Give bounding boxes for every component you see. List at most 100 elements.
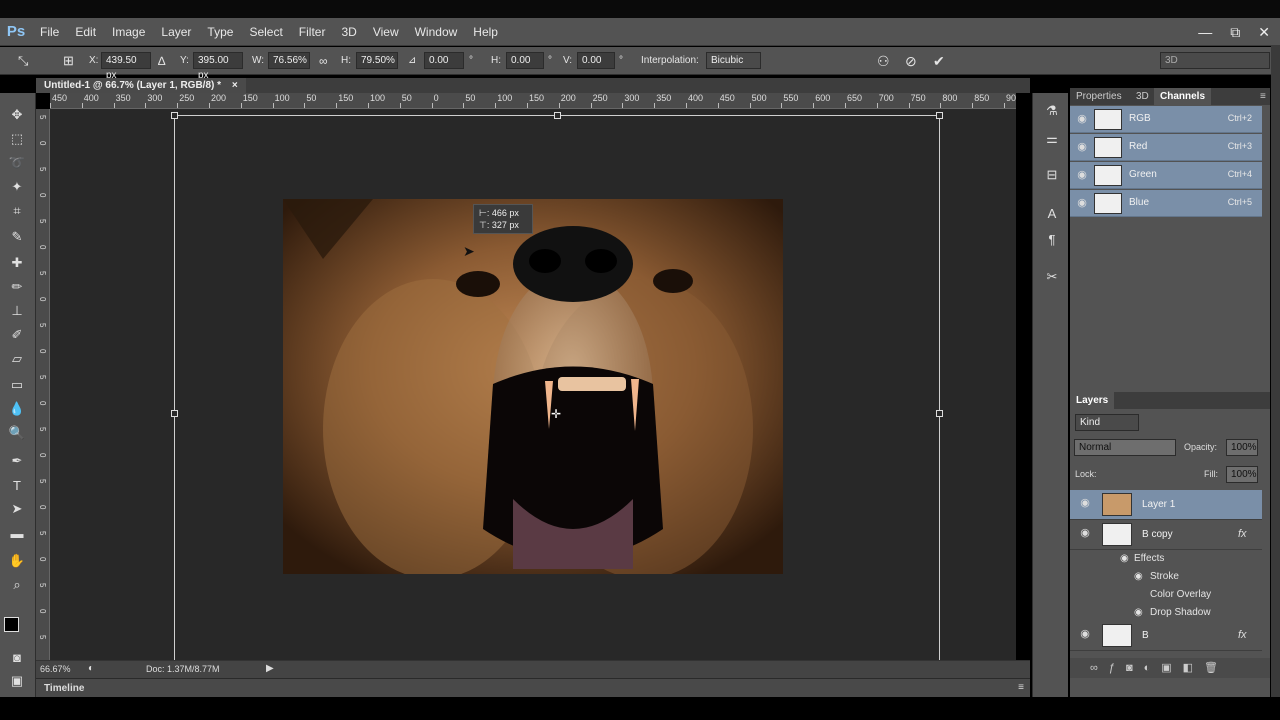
eye-icon[interactable]: ◉ (1078, 627, 1092, 641)
canvas-area[interactable]: ✛ ⊢: 466 px ⊤: 327 px ➤ (50, 109, 1016, 660)
pen-tool-icon[interactable]: ✒ (6, 451, 28, 471)
clone-stamp-icon[interactable]: ⊥ (6, 301, 28, 321)
menu-edit[interactable]: Edit (67, 18, 104, 46)
transform-bounding-box[interactable]: ✛ (171, 112, 943, 660)
history-brush-icon[interactable]: ✐ (6, 325, 28, 345)
eye-icon[interactable]: ◉ (1075, 168, 1089, 182)
transform-center-icon[interactable]: ✛ (551, 407, 561, 421)
fill-field[interactable]: 100% (1226, 466, 1258, 483)
channel-row[interactable]: ◉ RGB Ctrl+2 (1070, 106, 1262, 133)
timeline-menu-icon[interactable]: ≡ (1018, 682, 1024, 693)
timeline-tab[interactable]: Timeline (44, 683, 84, 694)
close-window-button[interactable]: ✕ (1258, 24, 1270, 41)
tab-channels[interactable]: Channels (1154, 88, 1212, 105)
minimize-button[interactable]: — (1198, 24, 1212, 40)
zoom-tool-icon[interactable]: ⌕ (6, 575, 28, 595)
eyedropper-icon[interactable]: ✎ (6, 227, 28, 247)
tool-presets-icon[interactable]: ✂ (1041, 267, 1063, 287)
menu-select[interactable]: Select (241, 18, 290, 46)
screen-mode-icon[interactable]: ▣ (6, 671, 28, 691)
angle-field[interactable]: 0.00 (424, 52, 464, 69)
menu-layer[interactable]: Layer (153, 18, 199, 46)
eye-icon[interactable]: ◉ (1075, 140, 1089, 154)
blend-mode-select[interactable]: Normal (1074, 439, 1176, 456)
transform-handle-right[interactable] (936, 410, 943, 417)
eye-icon[interactable]: ◉ (1075, 112, 1089, 126)
effects-row[interactable]: ◉ Effects (1070, 551, 1262, 569)
interpolation-select[interactable]: Bicubic (706, 52, 761, 69)
menu-3d[interactable]: 3D (333, 18, 364, 46)
link-icon[interactable]: ∞ (319, 53, 328, 69)
menu-view[interactable]: View (365, 18, 407, 46)
transform-tool-icon[interactable]: ⤡ (18, 53, 28, 69)
tab-properties[interactable]: Properties (1070, 88, 1128, 105)
menu-filter[interactable]: Filter (291, 18, 334, 46)
reference-point-icon[interactable]: ⊞ (63, 53, 74, 69)
dodge-tool-icon[interactable]: 🔍 (6, 423, 28, 443)
transform-handle-top[interactable] (554, 112, 561, 119)
menu-help[interactable]: Help (465, 18, 506, 46)
tab-3d[interactable]: 3D (1130, 88, 1155, 105)
fx-badge[interactable]: fx (1238, 629, 1247, 641)
channel-row[interactable]: ◉ Green Ctrl+4 (1070, 162, 1262, 189)
menu-window[interactable]: Window (407, 18, 466, 46)
status-info-icon[interactable]: ◐ (88, 663, 94, 674)
delta-icon[interactable]: ∆ (158, 53, 165, 69)
menu-type[interactable]: Type (199, 18, 241, 46)
blur-tool-icon[interactable]: 💧 (6, 399, 28, 419)
panel-scrollbar[interactable] (1271, 46, 1280, 697)
transform-handle-top-left[interactable] (171, 112, 178, 119)
gradient-tool-icon[interactable]: ▭ (6, 375, 28, 395)
crop-tool-icon[interactable]: ⌗ (6, 201, 28, 221)
x-field[interactable]: 439.50 px (101, 52, 151, 81)
healing-brush-icon[interactable]: ✚ (6, 253, 28, 273)
hand-tool-icon[interactable]: ✋ (6, 551, 28, 571)
eye-icon[interactable]: ◉ (1120, 553, 1129, 564)
foreground-color-swatch[interactable] (4, 617, 19, 632)
path-selection-icon[interactable]: ➤ (6, 499, 28, 519)
eye-icon[interactable]: ◉ (1078, 496, 1092, 510)
menu-image[interactable]: Image (104, 18, 153, 46)
3d-tool-icon[interactable]: ⚗ (1041, 101, 1063, 121)
history-icon[interactable]: ⊟ (1041, 165, 1063, 185)
zoom-level[interactable]: 66.67% (40, 664, 71, 674)
fx-badge[interactable]: fx (1238, 528, 1247, 540)
document-tab[interactable]: Untitled-1 @ 66.7% (Layer 1, RGB/8) * × (36, 78, 246, 93)
lasso-tool-icon[interactable]: ➰ (6, 153, 28, 173)
magic-wand-icon[interactable]: ✦ (6, 177, 28, 197)
channel-row[interactable]: ◉ Red Ctrl+3 (1070, 134, 1262, 161)
marquee-tool-icon[interactable]: ⬚ (6, 129, 28, 149)
layer-filter-kind[interactable]: Kind (1075, 414, 1139, 431)
adjustments-icon[interactable]: ⚌ (1041, 129, 1063, 149)
layers-footer-icons[interactable]: ∞ƒ◙◐▣◧🗑 (1070, 658, 1270, 678)
channel-row[interactable]: ◉ Blue Ctrl+5 (1070, 190, 1262, 217)
eye-icon[interactable]: ◉ (1078, 526, 1092, 540)
type-tool-icon[interactable]: T (6, 475, 28, 495)
layer-row[interactable]: ◉ B copy fx (1070, 520, 1262, 550)
character-icon[interactable]: A (1041, 203, 1063, 223)
vskew-field[interactable]: 0.00 (577, 52, 615, 69)
move-tool-icon[interactable]: ✥ (6, 105, 28, 125)
shape-tool-icon[interactable]: ▬ (6, 523, 28, 543)
eye-icon[interactable]: ◉ (1134, 571, 1143, 582)
hskew-field[interactable]: 0.00 (506, 52, 544, 69)
cancel-transform-icon[interactable]: ⊘ (905, 53, 917, 69)
workspace-select[interactable]: 3D (1160, 52, 1270, 69)
panel-menu-icon[interactable]: ≡ (1254, 88, 1272, 105)
effect-row[interactable]: Color Overlay (1070, 587, 1262, 605)
h-field[interactable]: 79.50% (356, 52, 398, 69)
eye-icon[interactable]: ◉ (1134, 607, 1143, 618)
transform-handle-left[interactable] (171, 410, 178, 417)
eye-icon[interactable]: ◉ (1075, 196, 1089, 210)
effect-row[interactable]: ◉ Stroke (1070, 569, 1262, 587)
restore-button[interactable]: ⧉ (1230, 24, 1240, 41)
quick-mask-icon[interactable]: ◙ (6, 647, 28, 667)
transform-handle-top-right[interactable] (936, 112, 943, 119)
eraser-tool-icon[interactable]: ▱ (6, 349, 28, 369)
commit-transform-icon[interactable]: ✔ (933, 53, 945, 69)
opacity-field[interactable]: 100% (1226, 439, 1258, 456)
close-tab-icon[interactable]: × (232, 80, 238, 91)
paragraph-icon[interactable]: ¶ (1041, 229, 1063, 249)
layer-row[interactable]: ◉ B fx (1070, 621, 1262, 651)
warp-icon[interactable]: ⚇ (877, 53, 890, 69)
